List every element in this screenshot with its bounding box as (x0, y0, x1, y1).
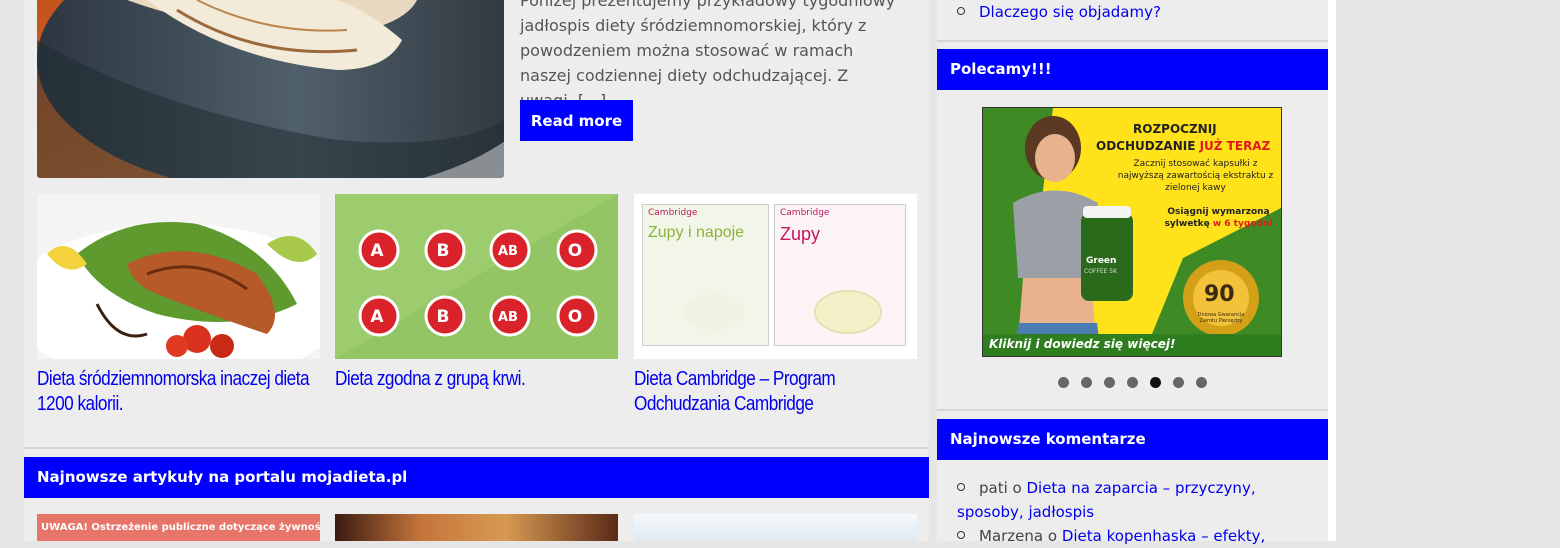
comment-separator: o (1043, 527, 1062, 545)
slider-dot[interactable] (1104, 377, 1115, 388)
ad-headline-2b: JUŻ TERAZ (1199, 139, 1271, 153)
brand-label: Cambridge (780, 208, 830, 218)
comment-post-link[interactable]: Dieta kopenhaska – efekty, (1062, 527, 1266, 545)
widget-divider (937, 40, 1328, 42)
box-label: Zupy (780, 224, 821, 244)
ad-cta: Kliknij i dowiedz się więcej! (989, 337, 1176, 351)
post-title-link[interactable]: Dieta zgodna z grupą krwi. (335, 367, 619, 392)
post-title-link[interactable]: Dieta śródziemnomorska inaczej dieta 120… (37, 367, 321, 417)
ad-headline-2a: ODCHUDZANIE (1096, 139, 1200, 153)
ad-headline: ROZPOCZNIJ (1133, 122, 1217, 136)
svg-text:B: B (437, 241, 450, 261)
widget-divider (937, 409, 1328, 411)
post-card: Dieta śródziemnomorska inaczej dieta 120… (37, 194, 320, 417)
widget-title-recommend: Polecamy!!! (937, 49, 1328, 90)
post-thumbnail-blood-types[interactable]: A B AB O A B AB O (335, 194, 618, 359)
bullet-icon (957, 530, 965, 539)
ad-headline-2: ODCHUDZANIE JUŻ TERAZ (1096, 139, 1270, 153)
post-thumbnail-cambridge[interactable]: Cambridge Cambridge Zupy i napoje Zupy (634, 194, 917, 359)
slider-dot[interactable] (1127, 377, 1138, 388)
main-content: Poniżej prezentujemy przykładowy tygodni… (24, 0, 929, 541)
slider-dot[interactable] (1058, 377, 1069, 388)
slider-dots (1058, 373, 1219, 392)
recent-comments-list: pati o Dieta na zaparcia – przyczyny, sp… (957, 476, 1307, 548)
read-more-button[interactable]: Read more (520, 100, 633, 141)
ad-body: Zacznij stosować kapsułki z najwyższą za… (1117, 159, 1274, 193)
svg-text:O: O (568, 241, 582, 261)
post-title-link[interactable]: Dieta Cambridge – Program Odchudzania Ca… (634, 367, 918, 417)
guarantee-seal-number: 90 (1204, 282, 1235, 307)
comment-separator: o (1007, 479, 1027, 497)
svg-text:A: A (370, 307, 384, 327)
slider-dot-active[interactable] (1150, 377, 1161, 388)
section-heading: Najnowsze artykuły na portalu mojadieta.… (24, 457, 929, 498)
page-gutter (1328, 0, 1336, 541)
svg-text:O: O (568, 307, 582, 327)
guarantee-seal-text: Dniowa Gwarancja Zwrotu Pieniędzy (1197, 312, 1245, 324)
svg-text:AB: AB (498, 244, 518, 259)
svg-text:B: B (437, 307, 450, 327)
featured-post-excerpt: Poniżej prezentujemy przykładowy tygodni… (520, 0, 896, 110)
svg-text:AB: AB (498, 310, 518, 325)
featured-post-image[interactable] (37, 0, 504, 178)
brand-label: Cambridge (648, 208, 698, 218)
post-thumbnail-burger[interactable] (335, 514, 618, 541)
ad-goal-b: w 6 tygodni (1212, 219, 1273, 229)
post-thumbnail-warning[interactable]: UWAGA! Ostrzeżenie publiczne dotyczące ż… (37, 514, 320, 541)
post-thumbnail-salmon[interactable] (37, 194, 320, 359)
box-label: Zupy i napoje (648, 224, 745, 241)
bullet-icon (957, 6, 965, 15)
slider-dot[interactable] (1196, 377, 1207, 388)
ad-goal: Osiągnij wymarzoną sylwetkę w 6 tygodni (1161, 206, 1276, 230)
comment-item: Marzena o Dieta kopenhaska – efekty, (957, 524, 1307, 548)
widget-title-comments: Najnowsze komentarze (937, 419, 1328, 460)
bullet-icon (957, 482, 965, 491)
product-label: Green (1086, 256, 1117, 266)
green-coffee-ad-banner[interactable]: ROZPOCZNIJ ODCHUDZANIE JUŻ TERAZ Zacznij… (982, 107, 1282, 357)
comment-item: pati o Dieta na zaparcia – przyczyny, sp… (957, 476, 1307, 524)
post-card: Cambridge Cambridge Zupy i napoje Zupy D… (634, 194, 917, 417)
slider-dot[interactable] (1081, 377, 1092, 388)
blood-a-plus: A (370, 241, 384, 261)
post-thumbnail-water[interactable] (634, 514, 917, 541)
comment-author: Marzena (979, 527, 1044, 545)
product-label-2: COFFEE 5K (1084, 268, 1118, 275)
sidebar-link[interactable]: Dlaczego się objadamy? (979, 3, 1161, 21)
sidebar-list-item: Dlaczego się objadamy? (957, 3, 1161, 21)
section-divider (24, 447, 929, 449)
post-card: A B AB O A B AB O Dieta zgodna z grupą krwi. (335, 194, 618, 392)
sidebar: Dlaczego się objadamy? Polecamy!!! ROZPO… (937, 0, 1328, 545)
slider-dot[interactable] (1173, 377, 1184, 388)
thumbnail-caption: UWAGA! Ostrzeżenie publiczne dotyczące ż… (41, 522, 320, 533)
comment-author: pati (979, 479, 1008, 497)
